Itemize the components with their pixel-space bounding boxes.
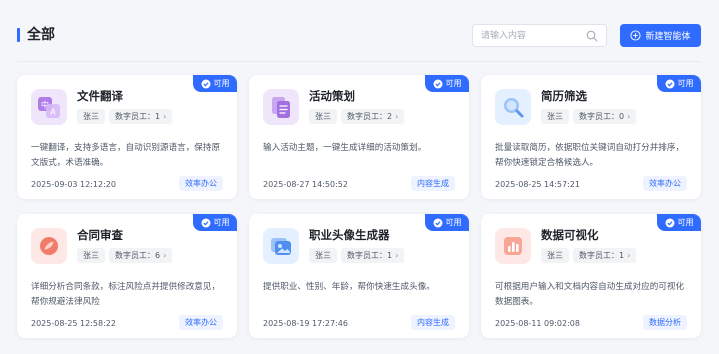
search-icon[interactable] [586, 30, 598, 42]
employee-count: 数字员工：1 [347, 251, 393, 260]
created-date: 2025-08-27 14:50:52 [263, 180, 348, 189]
status-label: 可用 [213, 79, 230, 88]
title-accent-bar [17, 28, 20, 42]
agent-name: 数据可视化 [541, 228, 599, 242]
agent-name: 文件翻译 [77, 89, 123, 103]
created-date: 2025-08-25 14:57:21 [495, 180, 580, 189]
agent-name: 合同审查 [77, 228, 123, 242]
check-circle-icon [433, 79, 442, 88]
search-box[interactable] [472, 24, 607, 47]
agent-card[interactable]: 可用 数据可视化 张三 数字员工：1 › 可根据用户输入和文档内容自动生成对应的可… [481, 214, 701, 338]
employee-count-tag[interactable]: 数字员工：6 › [109, 248, 173, 263]
contract-icon [31, 228, 67, 264]
status-badge: 可用 [193, 75, 237, 92]
status-badge: 可用 [193, 214, 237, 231]
page-title: 全部 [27, 27, 55, 43]
owner-tag: 张三 [309, 109, 337, 124]
image-icon [263, 228, 299, 264]
employee-count: 数字员工：0 [579, 112, 625, 121]
owner-tag: 张三 [309, 248, 337, 263]
owner-tag: 张三 [541, 248, 569, 263]
employee-count-tag[interactable]: 数字员工：1 › [573, 248, 637, 263]
agent-description: 批量读取简历，依据职位关键词自动打分并排序，帮你快速锁定合格候选人。 [495, 143, 685, 168]
check-circle-icon [201, 218, 210, 227]
check-circle-icon [433, 218, 442, 227]
document-icon [263, 89, 299, 125]
category-tag: 效率办公 [179, 315, 223, 330]
agent-name: 简历筛选 [541, 89, 587, 103]
created-date: 2025-09-03 12:12:20 [31, 180, 116, 189]
chevron-right-icon: › [627, 112, 631, 121]
employee-count-tag[interactable]: 数字员工：2 › [341, 109, 405, 124]
status-label: 可用 [445, 79, 462, 88]
agent-card[interactable]: 可用 中 A 文件翻译 张三 数字员工：1 › 一键翻译，支持多语言，自动识别源语… [17, 75, 237, 199]
chevron-right-icon: › [163, 251, 167, 260]
status-label: 可用 [213, 218, 230, 227]
header: 全部 新建智能体 [0, 0, 719, 62]
agent-card[interactable]: 可用 活动策划 张三 数字员工：2 › 输入活动主题，一键生成详细的活动策划。 2… [249, 75, 469, 199]
agent-description: 一键翻译，支持多语言，自动识别源语言，保持原文版式，术语准确。 [31, 143, 221, 168]
owner-tag: 张三 [541, 109, 569, 124]
chevron-right-icon: › [395, 112, 399, 121]
employee-count: 数字员工：1 [579, 251, 625, 260]
category-tag: 数据分析 [643, 315, 687, 330]
status-label: 可用 [677, 218, 694, 227]
created-date: 2025-08-25 12:58:22 [31, 319, 116, 328]
search-input[interactable] [481, 28, 581, 44]
agent-description: 输入活动主题，一键生成详细的活动策划。 [263, 143, 427, 153]
header-divider [17, 61, 701, 62]
owner-tag: 张三 [77, 109, 105, 124]
agent-description: 提供职业、性别、年龄，帮你快速生成头像。 [263, 282, 435, 292]
chevron-right-icon: › [627, 251, 631, 260]
category-tag: 效率办公 [179, 176, 223, 191]
agent-name: 活动策划 [309, 89, 355, 103]
magnifier-icon [495, 89, 531, 125]
status-badge: 可用 [657, 214, 701, 231]
created-date: 2025-08-11 09:02:08 [495, 319, 580, 328]
agent-description: 可根据用户输入和文档内容自动生成对应的可视化数据图表。 [495, 282, 685, 307]
check-circle-icon [665, 79, 674, 88]
chart-icon [495, 228, 531, 264]
created-date: 2025-08-19 17:27:46 [263, 319, 348, 328]
translate-icon: 中 A [31, 89, 67, 125]
chevron-right-icon: › [163, 112, 167, 121]
employee-count-tag[interactable]: 数字员工：1 › [341, 248, 405, 263]
agent-card[interactable]: 可用 职业头像生成器 张三 数字员工：1 › 提供职业、性别、年龄，帮你快速生成头… [249, 214, 469, 338]
chevron-right-icon: › [395, 251, 399, 260]
status-badge: 可用 [657, 75, 701, 92]
status-label: 可用 [677, 79, 694, 88]
employee-count: 数字员工：1 [115, 112, 161, 121]
status-badge: 可用 [425, 214, 469, 231]
svg-text:A: A [50, 108, 56, 117]
category-tag: 内容生成 [411, 176, 455, 191]
agent-card[interactable]: 可用 简历筛选 张三 数字员工：0 › 批量读取简历，依据职位关键词自动打分并排序… [481, 75, 701, 199]
check-circle-icon [665, 218, 674, 227]
new-agent-button[interactable]: 新建智能体 [620, 24, 701, 47]
employee-count: 数字员工：6 [115, 251, 161, 260]
plus-circle-icon [630, 30, 642, 41]
agent-card[interactable]: 可用 合同审查 张三 数字员工：6 › 详细分析合同条款，标注风险点并提供修改意见… [17, 214, 237, 338]
employee-count-tag[interactable]: 数字员工：1 › [109, 109, 173, 124]
status-label: 可用 [445, 218, 462, 227]
owner-tag: 张三 [77, 248, 105, 263]
agent-name: 职业头像生成器 [309, 228, 390, 242]
category-tag: 效率办公 [643, 176, 687, 191]
new-agent-button-label: 新建智能体 [645, 32, 691, 42]
agent-description: 详细分析合同条款，标注风险点并提供修改意见，帮你规避法律风险 [31, 282, 221, 307]
employee-count: 数字员工：2 [347, 112, 393, 121]
status-badge: 可用 [425, 75, 469, 92]
employee-count-tag[interactable]: 数字员工：0 › [573, 109, 637, 124]
category-tag: 内容生成 [411, 315, 455, 330]
check-circle-icon [201, 79, 210, 88]
